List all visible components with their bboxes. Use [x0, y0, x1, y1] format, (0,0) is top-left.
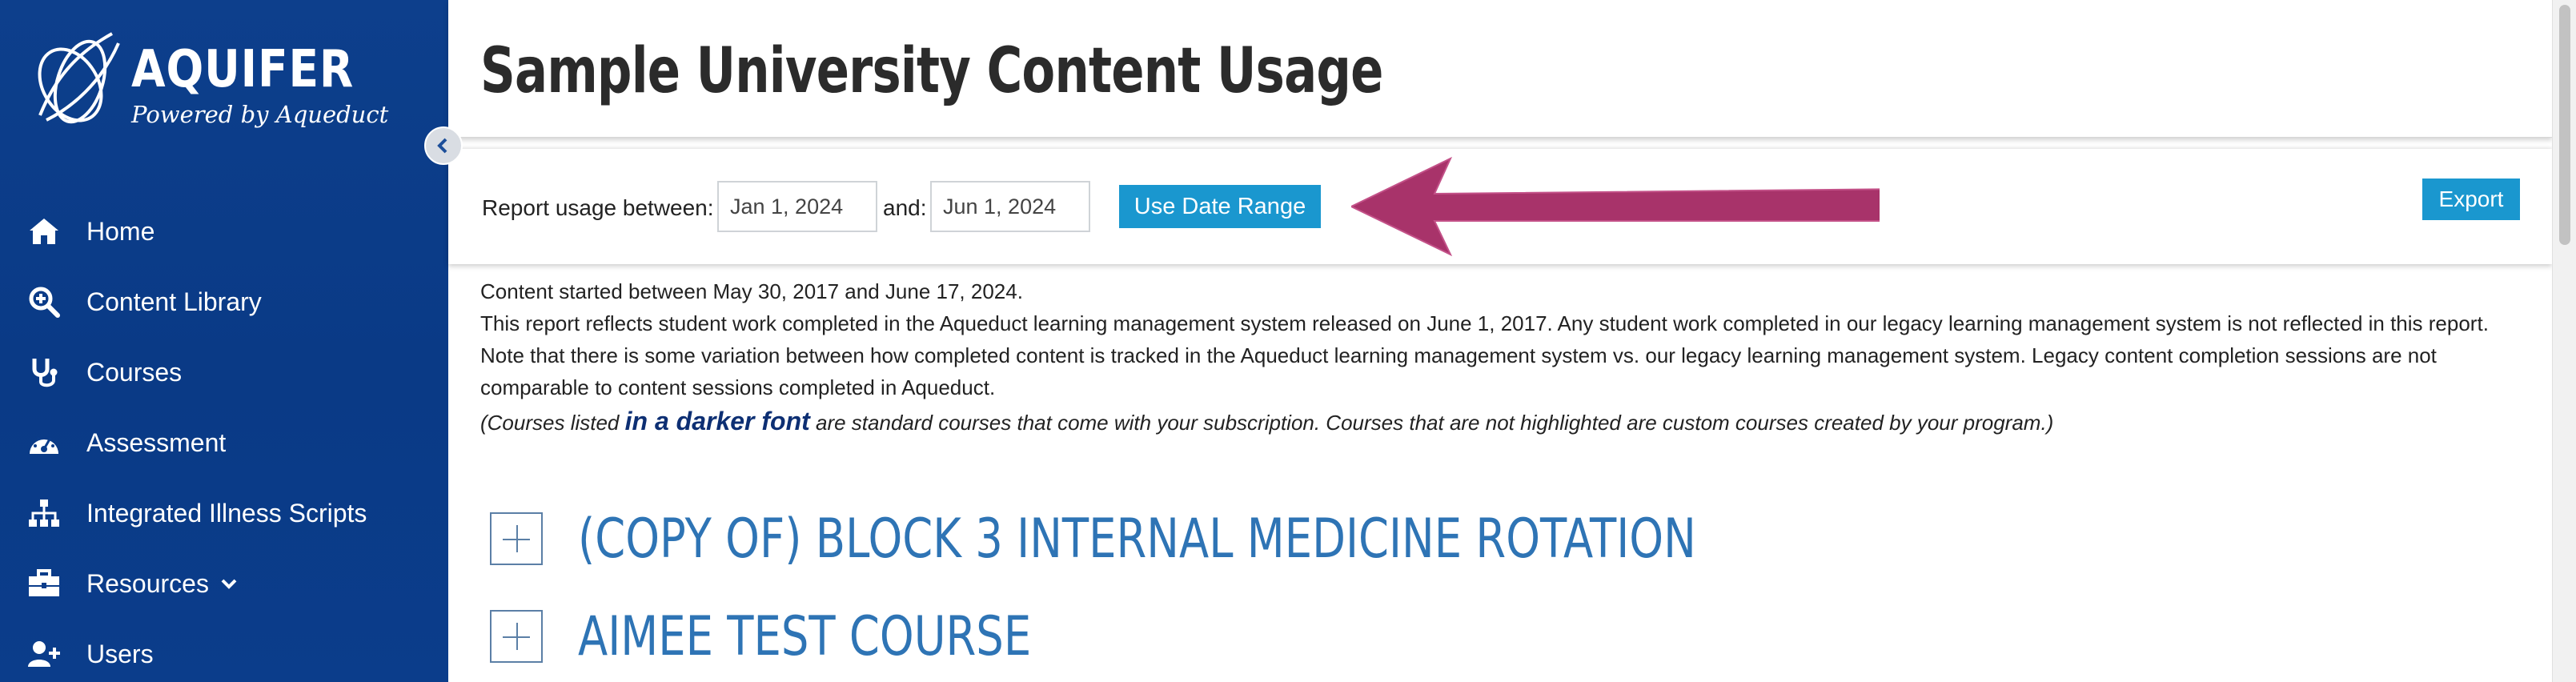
legend-suffix: are standard courses that come with your…: [809, 411, 2054, 435]
chevron-down-icon: [221, 579, 237, 589]
sidebar-item-courses[interactable]: Courses: [0, 337, 448, 407]
sitemap-icon: [27, 496, 61, 530]
course-name[interactable]: AIMEE TEST COURSE: [578, 605, 1031, 668]
sidebar-item-label: Home: [86, 216, 155, 246]
course-row[interactable]: AIMEE TEST COURSE: [490, 602, 1145, 671]
course-row[interactable]: (COPY OF) BLOCK 3 INTERNAL MEDICINE ROTA…: [490, 504, 1976, 573]
scrollbar-thumb[interactable]: [2559, 5, 2570, 245]
chevron-left-icon: [437, 138, 447, 154]
sidebar-nav: Home Content Library Courses Assessment …: [0, 196, 448, 682]
home-icon: [27, 215, 61, 248]
legend-highlight: in a darker font: [624, 407, 810, 435]
sidebar-item-label: Content Library: [86, 287, 262, 316]
aquifer-logo[interactable]: AQUIFER Powered by Aqueduct: [24, 27, 440, 131]
export-button[interactable]: Export: [2422, 179, 2520, 220]
page-title: Sample University Content Usage: [480, 35, 1383, 107]
and-label: and:: [883, 195, 927, 220]
search-plus-icon: [27, 285, 61, 319]
report-info: Content started between May 30, 2017 and…: [480, 275, 2530, 439]
sidebar-item-label: Assessment: [86, 427, 227, 457]
logo-subtitle: Powered by Aqueduct: [131, 101, 389, 128]
sidebar-item-label: Users: [86, 639, 154, 668]
logo-title: AQUIFER: [131, 40, 355, 99]
stethoscope-icon: [27, 355, 61, 389]
sidebar-item-label: Resources: [86, 568, 209, 598]
sidebar-item-assessment[interactable]: Assessment: [0, 407, 448, 478]
main-content: Sample University Content Usage Report u…: [448, 0, 2552, 682]
use-date-range-button[interactable]: Use Date Range: [1119, 185, 1321, 228]
sidebar-item-users[interactable]: Users: [0, 619, 448, 682]
expand-plus-icon[interactable]: [490, 610, 543, 663]
end-date-input[interactable]: [930, 181, 1090, 232]
sidebar-item-resources[interactable]: Resources: [0, 548, 448, 619]
report-scope-text: This report reflects student work comple…: [480, 311, 2489, 335]
sidebar-item-home[interactable]: Home: [0, 196, 448, 267]
aquifer-logo-mark-icon: [38, 32, 120, 124]
user-plus-icon: [27, 637, 61, 671]
course-legend-text: (Courses listed in a darker font are sta…: [480, 405, 2530, 439]
briefcase-icon: [27, 567, 61, 600]
sidebar-item-content-library[interactable]: Content Library: [0, 267, 448, 337]
content-started-text: Content started between May 30, 2017 and…: [480, 279, 1023, 303]
annotation-arrow-icon: [1351, 157, 1880, 257]
gauge-icon: [27, 426, 61, 459]
collapse-sidebar-button[interactable]: [424, 126, 463, 165]
title-card: Sample University Content Usage: [448, 0, 2552, 138]
sidebar: AQUIFER Powered by Aqueduct Home Content…: [0, 0, 448, 682]
report-usage-label: Report usage between:: [482, 195, 714, 220]
page-scrollbar[interactable]: [2552, 0, 2576, 682]
sidebar-item-label: Integrated Illness Scripts: [86, 498, 367, 528]
legend-prefix: (Courses listed: [480, 411, 625, 435]
start-date-input[interactable]: [717, 181, 877, 232]
variation-note-text: Note that there is some variation betwee…: [480, 343, 2437, 399]
expand-plus-icon[interactable]: [490, 512, 543, 565]
course-name[interactable]: (COPY OF) BLOCK 3 INTERNAL MEDICINE ROTA…: [578, 507, 1696, 571]
sidebar-item-label: Courses: [86, 357, 183, 387]
sidebar-item-integrated-illness-scripts[interactable]: Integrated Illness Scripts: [0, 478, 448, 548]
